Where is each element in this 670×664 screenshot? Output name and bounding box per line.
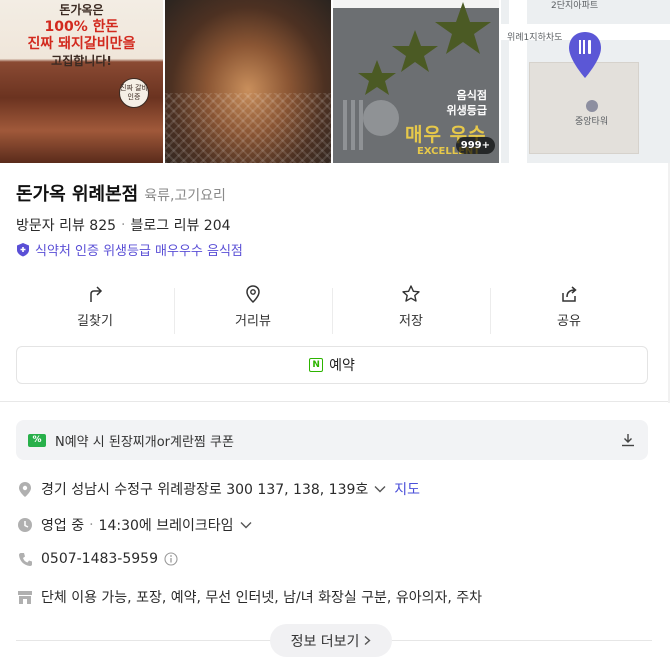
grill-texture [165, 93, 331, 163]
blog-reviews-link[interactable]: 블로그 리뷰 204 [130, 215, 230, 235]
chevron-down-icon[interactable] [374, 485, 386, 493]
address-row: 경기 성남시 수정구 위례광장로 300 137, 138, 139호 지도 [16, 479, 420, 499]
hygiene-title: 음식점 위생등급 [446, 89, 487, 117]
directions-button[interactable]: 길찾기 [16, 284, 174, 336]
promo-badge: 진짜 갈비 인증 [119, 78, 149, 108]
naver-booking-icon: N [309, 358, 324, 372]
certification-text: 식약처 인증 위생등급 매우우수 음식점 [35, 244, 243, 259]
shield-icon [17, 243, 29, 257]
coupon-banner[interactable]: % N예약 시 된장찌개or계란찜 쿠폰 [16, 420, 648, 460]
phone-icon [18, 552, 32, 566]
section-divider [0, 401, 668, 402]
break-time-text[interactable]: 14:30에 브레이크타임 [99, 515, 234, 535]
photo-count-badge: 999+ [455, 137, 495, 154]
open-status: 영업 중 [41, 518, 85, 534]
store-icon [18, 590, 32, 604]
phone-row: 0507-1483-5959 [16, 551, 178, 567]
amenities-text: 단체 이용 가능, 포장, 예약, 무선 인터넷, 남/녀 화장실 구분, 유아… [41, 590, 483, 606]
photo-hygiene-grade[interactable]: 음식점 위생등급 매우 우수 EXCELLENT 999+ [333, 0, 499, 163]
place-name: 돈가옥 위례본점 [16, 184, 139, 205]
hygiene-certification[interactable]: 식약처 인증 위생등급 매우우수 음식점 [16, 240, 243, 259]
download-icon[interactable] [620, 432, 636, 448]
photo-strip: 돈가옥은 100% 한돈 진짜 돼지갈비만을 고집합니다! 진짜 갈비 인증 음… [0, 0, 670, 163]
visitor-reviews-link[interactable]: 방문자 리뷰 825 [16, 215, 116, 235]
save-button[interactable]: 저장 [332, 284, 490, 336]
info-icon[interactable] [164, 552, 178, 566]
map-thumbnail[interactable]: 2단지아파트 위례1지하차도 중앙타워 [501, 0, 670, 163]
map-pin-icon [569, 32, 601, 78]
street-view-icon [246, 285, 260, 304]
place-header: 돈가옥 위례본점 육류,고기요리 [16, 180, 226, 206]
phone-number[interactable]: 0507-1483-5959 [41, 551, 158, 567]
street-view-label: 거리뷰 [235, 314, 271, 329]
chevron-right-icon [364, 635, 371, 646]
review-counts: 방문자 리뷰 825 · 블로그 리뷰 204 [16, 215, 231, 235]
photo-grill[interactable] [165, 0, 331, 163]
more-info-label: 정보 더보기 [290, 633, 360, 650]
reserve-label: 예약 [329, 358, 355, 374]
directions-label: 길찾기 [77, 314, 113, 329]
hours-row: 영업 중 · 14:30에 브레이크타임 [16, 515, 252, 535]
map-link[interactable]: 지도 [394, 479, 420, 499]
directions-icon [90, 286, 103, 302]
coupon-text: N예약 시 된장찌개or계란찜 쿠폰 [55, 434, 234, 450]
clock-icon [18, 518, 32, 532]
reserve-button[interactable]: N 예약 [16, 346, 648, 384]
star-icon [402, 285, 420, 302]
share-label: 공유 [557, 314, 581, 329]
action-bar: 길찾기 거리뷰 저장 공유 [16, 284, 648, 336]
hours-chevron-down-icon[interactable] [240, 521, 252, 529]
street-view-button[interactable]: 거리뷰 [174, 284, 332, 336]
amenities-row: 단체 이용 가능, 포장, 예약, 무선 인터넷, 남/녀 화장실 구분, 유아… [16, 587, 482, 607]
map-label-poi: 중앙타워 [575, 117, 609, 127]
coupon-icon: % [28, 433, 46, 447]
place-category: 육류,고기요리 [144, 188, 226, 204]
map-label-apartment: 2단지아파트 [551, 1, 599, 11]
map-poi: 중앙타워 [575, 100, 608, 127]
share-icon [562, 286, 577, 302]
photo-promo[interactable]: 돈가옥은 100% 한돈 진짜 돼지갈비만을 고집합니다! 진짜 갈비 인증 [0, 0, 163, 163]
location-pin-icon [19, 481, 31, 497]
promo-text: 돈가옥은 100% 한돈 진짜 돼지갈비만을 고집합니다! [27, 3, 136, 68]
save-label: 저장 [399, 314, 423, 329]
share-button[interactable]: 공유 [490, 284, 648, 336]
address-text[interactable]: 경기 성남시 수정구 위례광장로 300 137, 138, 139호 [41, 479, 368, 499]
map-label-road: 위례1지하차도 [507, 33, 563, 43]
more-info-button[interactable]: 정보 더보기 [270, 624, 392, 657]
